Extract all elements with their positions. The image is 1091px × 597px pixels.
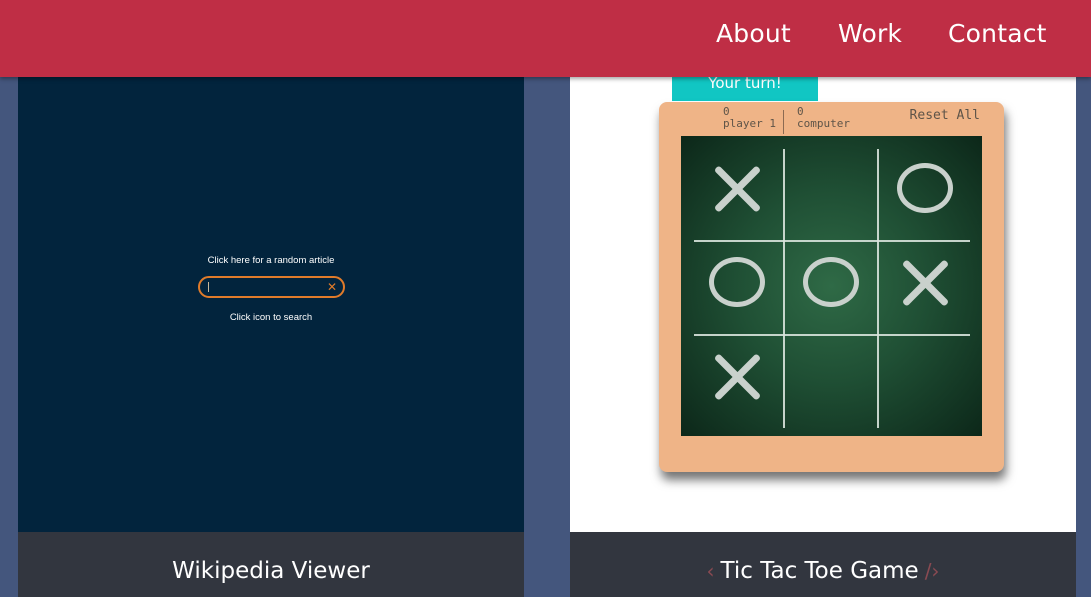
x-mark-icon (898, 255, 952, 309)
board-cell[interactable] (881, 332, 969, 420)
computer-score-label: computer (797, 117, 850, 130)
random-article-link[interactable]: Click here for a random article (18, 255, 524, 266)
o-mark-icon (803, 257, 859, 307)
board-cell[interactable] (693, 238, 781, 326)
search-input[interactable]: ✕ (198, 276, 345, 298)
board-cell[interactable] (787, 332, 875, 420)
grid-line-vertical-2 (877, 149, 879, 428)
wiki-viewer-preview[interactable]: Click here for a random article ✕ Click … (18, 60, 524, 532)
search-hint: Click icon to search (229, 312, 313, 323)
prev-arrow-icon[interactable]: ‹ (707, 559, 715, 583)
next-arrow-icon[interactable]: /› (925, 559, 940, 583)
turn-banner: Your turn! (672, 73, 818, 101)
board-cell[interactable] (693, 332, 781, 420)
nav-contact-link[interactable]: Contact (948, 19, 1047, 48)
tic-tac-toe-preview[interactable]: Your turn! 0 player 1 0 computer Reset A… (570, 60, 1076, 532)
board-cell[interactable] (881, 238, 969, 326)
board-cell[interactable] (693, 144, 781, 232)
computer-score: 0 computer (797, 106, 850, 130)
x-mark-icon (710, 161, 764, 215)
o-mark-icon (709, 257, 765, 307)
player-score: 0 player 1 (723, 106, 776, 130)
project-title-label: Tic Tac Toe Game (720, 558, 919, 584)
nav-work-link[interactable]: Work (838, 19, 902, 48)
board-cell[interactable] (787, 144, 875, 232)
nav-about-link[interactable]: About (716, 19, 791, 48)
project-title-tic-tac-toe[interactable]: ‹ Tic Tac Toe Game/› (570, 532, 1076, 597)
navbar: About Work Contact (0, 0, 1091, 77)
player-score-label: player 1 (723, 117, 776, 130)
project-title-wikipedia-viewer[interactable]: Wikipedia Viewer (18, 532, 524, 597)
tic-tac-toe-board (681, 136, 982, 436)
reset-all-button[interactable]: Reset All (910, 108, 980, 123)
score-divider (783, 110, 784, 134)
grid-line-vertical-1 (783, 149, 785, 428)
game-board-frame: 0 player 1 0 computer Reset All (659, 102, 1004, 472)
close-icon[interactable]: ✕ (327, 278, 337, 296)
project-title-label: Wikipedia Viewer (172, 558, 370, 584)
text-caret (208, 282, 209, 292)
board-cell[interactable] (881, 144, 969, 232)
board-cell[interactable] (787, 238, 875, 326)
x-mark-icon (710, 349, 764, 403)
o-mark-icon (897, 163, 953, 213)
